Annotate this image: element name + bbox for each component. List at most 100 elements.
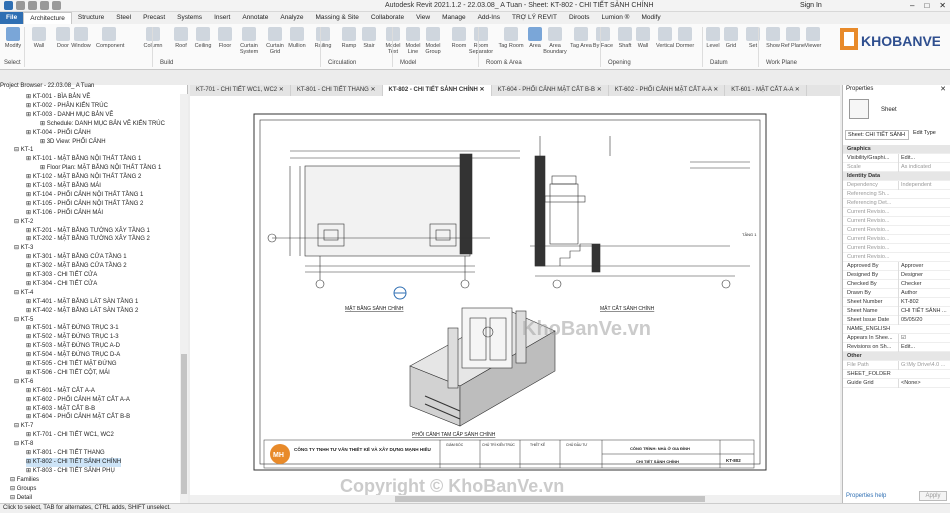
- ribbon-button-component[interactable]: Component: [96, 25, 124, 59]
- property-row[interactable]: SHEET_FOLDER: [843, 370, 950, 379]
- view-tab[interactable]: KT-801 - CHI TIẾT THANG ✕: [291, 85, 383, 96]
- browser-item[interactable]: ⊞ KT-502 - MẶT ĐỨNG TRỤC 1-3: [26, 333, 119, 342]
- browser-item[interactable]: ⊟ KT-6: [14, 378, 33, 387]
- ribbon-button-railing[interactable]: Railing: [310, 25, 336, 59]
- property-row[interactable]: Visibility/Graphi... Edit...: [843, 154, 950, 163]
- property-row[interactable]: Drawn By Author: [843, 289, 950, 298]
- browser-item[interactable]: ⊞ KT-104 - PHỐI CẢNH NỘI THẤT TẦNG 1: [26, 191, 143, 200]
- ribbon-tab-manage[interactable]: Manage: [436, 12, 472, 24]
- browser-item[interactable]: ⊞ 3D View: PHỐI CẢNH: [40, 138, 106, 147]
- browser-item[interactable]: ⊞ KT-105 - PHỐI CẢNH NỘI THẤT TẦNG 2: [26, 200, 143, 209]
- property-value[interactable]: KT-802: [898, 298, 948, 307]
- ribbon-tab-insert[interactable]: Insert: [208, 12, 236, 24]
- browser-item[interactable]: ⊟ KT-4: [14, 289, 33, 298]
- browser-item[interactable]: ⊞ KT-603 - MẶT CẮT B-B: [26, 405, 95, 414]
- property-value[interactable]: 05/05/20: [898, 316, 948, 325]
- browser-item[interactable]: ⊟ Detail: [10, 494, 32, 503]
- browser-item[interactable]: ⊞ KT-101 - MẶT BẰNG NỘI THẤT TẦNG 1: [26, 155, 141, 164]
- canvas-horizontal-scrollbar[interactable]: [190, 495, 840, 503]
- browser-item[interactable]: ⊞ KT-505 - CHI TIẾT MẶT ĐỨNG: [26, 360, 117, 369]
- browser-item[interactable]: ⊞ KT-803 - CHI TIẾT SẢNH PHỤ: [26, 467, 115, 476]
- property-value[interactable]: G:\My Drive\4.0 ...: [898, 361, 948, 370]
- ribbon-tab-modify[interactable]: Modify: [635, 12, 666, 24]
- ribbon-button-stair[interactable]: Stair: [356, 25, 382, 59]
- browser-item[interactable]: ⊞ KT-701 - CHI TIẾT WC1, WC2: [26, 431, 114, 440]
- apply-button[interactable]: Apply: [919, 491, 947, 501]
- browser-item[interactable]: ⊞ KT-202 - MẶT BẰNG TƯỜNG XÂY TẦNG 2: [26, 235, 150, 244]
- ribbon-button-modify[interactable]: Modify: [0, 25, 26, 59]
- property-row[interactable]: Current Revisio...: [843, 226, 950, 235]
- browser-item[interactable]: ⊞ Floor Plan: MẶT BẰNG NỘI THẤT TẦNG 1: [40, 164, 161, 173]
- ribbon-button-room-separator[interactable]: Room Separator: [468, 25, 494, 59]
- browser-item[interactable]: ⊞ KT-303 - CHI TIẾT CỬA: [26, 271, 97, 280]
- property-group-header[interactable]: Graphics: [843, 145, 950, 154]
- property-row[interactable]: NAME_ENGLISH: [843, 325, 950, 334]
- property-row[interactable]: Sheet Name CHI TIẾT SẢNH ...: [843, 307, 950, 316]
- property-row[interactable]: Current Revisio...: [843, 244, 950, 253]
- view-tab[interactable]: KT-802 - CHI TIẾT SẢNH CHÍNH ✕: [382, 85, 492, 96]
- ribbon-button-curtain-system[interactable]: Curtain System: [236, 25, 262, 59]
- ribbon-button-viewer[interactable]: Viewer: [800, 25, 826, 59]
- property-row[interactable]: Sheet Number KT-802: [843, 298, 950, 307]
- browser-item[interactable]: ⊞ KT-506 - CHI TIẾT CỘT, MÁI: [26, 369, 110, 378]
- redo-icon[interactable]: [52, 1, 61, 10]
- ribbon-tab-architecture[interactable]: Architecture: [23, 12, 72, 24]
- browser-item[interactable]: ⊞ KT-601 - MẶT CẮT A-A: [26, 387, 95, 396]
- view-tab[interactable]: KT-601 - MẶT CẮT A-A ✕: [725, 85, 807, 96]
- browser-item[interactable]: ⊞ KT-106 - PHỐI CẢNH MÁI: [26, 209, 103, 218]
- browser-item[interactable]: ⊞ KT-001 - BÌA BẢN VẼ: [26, 93, 90, 102]
- property-row[interactable]: Revisions on Sh... Edit...: [843, 343, 950, 352]
- scrollbar-thumb[interactable]: [395, 496, 705, 502]
- ribbon-button-tag-room[interactable]: Tag Room: [498, 25, 524, 59]
- browser-item[interactable]: ⊞ KT-504 - MẶT ĐỨNG TRỤC D-A: [26, 351, 120, 360]
- browser-item[interactable]: ⊞ KT-201 - MẶT BẰNG TƯỜNG XÂY TẦNG 1: [26, 227, 150, 236]
- property-row[interactable]: Guide Grid <None>: [843, 379, 950, 388]
- browser-item[interactable]: ⊞ KT-004 - PHỐI CẢNH: [26, 129, 91, 138]
- property-value[interactable]: Designer: [898, 271, 948, 280]
- browser-item[interactable]: ⊞ KT-402 - MẶT BẰNG LÁT SÀN TẦNG 2: [26, 307, 138, 316]
- property-row[interactable]: Current Revisio...: [843, 235, 950, 244]
- ribbon-tab-tr-l-revit[interactable]: TRỢ LÝ REVIT: [506, 12, 563, 24]
- maximize-icon[interactable]: □: [924, 1, 929, 10]
- ribbon-tab-lumion[interactable]: Lumion ®: [596, 12, 636, 24]
- browser-item[interactable]: ⊞ KT-304 - CHI TIẾT CỬA: [26, 280, 97, 289]
- property-row[interactable]: Sheet Issue Date 05/05/20: [843, 316, 950, 325]
- browser-item[interactable]: ⊞ KT-604 - PHỐI CẢNH MẶT CẮT B-B: [26, 413, 130, 422]
- browser-item[interactable]: ⊟ KT-8: [14, 440, 33, 449]
- ribbon-tab-massing-site[interactable]: Massing & Site: [309, 12, 364, 24]
- property-value[interactable]: Author: [898, 289, 948, 298]
- browser-item[interactable]: ⊟ KT-7: [14, 422, 33, 431]
- property-row[interactable]: Scale As indicated: [843, 163, 950, 172]
- browser-item[interactable]: ⊞ KT-802 - CHI TIẾT SẢNH CHÍNH: [26, 457, 122, 467]
- ribbon-tab-file[interactable]: File: [0, 12, 24, 24]
- ribbon-button-mullion[interactable]: Mullion: [284, 25, 310, 59]
- instance-selector[interactable]: Sheet: CHI TIẾT SẢNH: [845, 130, 909, 140]
- property-row[interactable]: Approved By Approver: [843, 262, 950, 271]
- ribbon-button-window[interactable]: Window: [68, 25, 94, 59]
- save-icon[interactable]: [28, 1, 37, 10]
- ribbon-tab-annotate[interactable]: Annotate: [236, 12, 274, 24]
- ribbon-button-column[interactable]: Column: [140, 25, 166, 59]
- drawing-canvas[interactable]: MẶT BẰNG SẢNH CHÍNH MẶT CẮT SẢNH CHÍNH T…: [190, 96, 840, 503]
- property-value[interactable]: Approver: [898, 262, 948, 271]
- ribbon-tab-systems[interactable]: Systems: [171, 12, 208, 24]
- browser-item[interactable]: ⊟ KT-2: [14, 218, 33, 227]
- browser-item[interactable]: ⊟ KT-1: [14, 146, 33, 155]
- property-value[interactable]: Checker: [898, 280, 948, 289]
- browser-item[interactable]: ⊞ KT-302 - MẶT BẰNG CỬA TẦNG 2: [26, 262, 127, 271]
- browser-item[interactable]: ⊟ KT-5: [14, 316, 33, 325]
- ribbon-tab-steel[interactable]: Steel: [110, 12, 137, 24]
- ribbon-tab-collaborate[interactable]: Collaborate: [365, 12, 410, 24]
- edit-type-button[interactable]: Edit Type: [913, 130, 936, 136]
- browser-item[interactable]: ⊞ KT-103 - MẶT BẰNG MÁI: [26, 182, 101, 191]
- browser-item[interactable]: ⊞ KT-501 - MẶT ĐỨNG TRỤC 3-1: [26, 324, 119, 333]
- browser-item[interactable]: ⊞ KT-602 - PHỐI CẢNH MẶT CẮT A-A: [26, 396, 130, 405]
- property-value[interactable]: As indicated: [898, 163, 948, 172]
- minimize-icon[interactable]: –: [910, 1, 914, 10]
- property-row[interactable]: Appears In Shee... ☑: [843, 334, 950, 343]
- property-value[interactable]: Edit...: [898, 343, 948, 352]
- property-row[interactable]: Current Revisio...: [843, 217, 950, 226]
- ribbon-button-model-group[interactable]: Model Group: [420, 25, 446, 59]
- project-browser-scrollbar[interactable]: [180, 94, 188, 503]
- property-value[interactable]: CHI TIẾT SẢNH ...: [898, 307, 948, 316]
